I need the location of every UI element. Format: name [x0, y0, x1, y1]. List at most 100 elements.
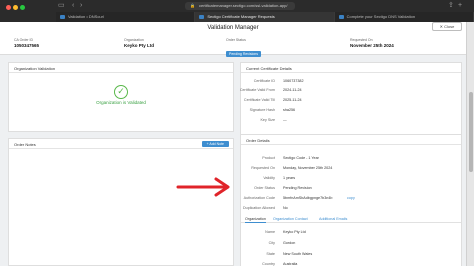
page: Validation Manager ✕ Close CA Order ID 1…: [0, 22, 474, 266]
tab-label: Validation • DNScurl: [68, 14, 104, 19]
order-row-key: Authorization Code: [243, 196, 275, 200]
annotation-arrow-icon: [176, 177, 230, 197]
organization-label: Organization: [124, 38, 144, 42]
cert-row-value: sha256: [283, 108, 296, 112]
cert-row: Certificate Valid Till 2025-11-24: [241, 98, 461, 104]
org-row: Name Keyko Pty Ltd: [241, 230, 461, 236]
share-icon[interactable]: ⇪: [448, 2, 454, 10]
page-title: Validation Manager: [207, 25, 259, 31]
order-status-label: Order Status: [226, 38, 246, 42]
requested-on-label: Requested On: [350, 38, 373, 42]
org-row-key: City: [268, 241, 275, 245]
cert-row-value: 2024-11-24: [283, 88, 302, 92]
cert-row-key: Key Size: [260, 118, 275, 122]
page-header: Validation Manager ✕ Close CA Order ID 1…: [0, 22, 466, 57]
cert-row: Certificate Valid From 2024-11-24: [239, 88, 461, 94]
cert-row-value: 2025-11-24: [283, 98, 302, 102]
window-minimize-icon[interactable]: [13, 5, 18, 10]
cert-row: Signature Hash sha256: [241, 108, 461, 114]
close-button[interactable]: ✕ Close: [432, 22, 462, 31]
tab-organization-contact[interactable]: Organization Contact: [273, 215, 308, 223]
browser-tab-active[interactable]: Sectigo Certificate Manager Requests: [195, 12, 335, 22]
tab-additional-emails[interactable]: Additional Emails: [319, 215, 347, 223]
order-row: Product Sectigo Code - 1 Year: [241, 156, 461, 162]
cert-row-value: —: [283, 118, 287, 122]
cert-row-key: Certificate Valid From: [239, 88, 275, 92]
tab-label: Complete your Sectigo DNS Validation: [346, 14, 416, 19]
order-notes-card: Order Notes + Add Note: [8, 138, 234, 266]
ca-order-id: CA Order ID 1050347565: [14, 38, 39, 48]
cert-row: Key Size —: [241, 118, 461, 124]
validation-status-text: Organization is Validated: [96, 100, 146, 105]
order-row-key: Duplication Allowed: [243, 206, 275, 210]
add-note-button[interactable]: + Add Note: [201, 141, 229, 147]
cert-row-key: Certificate ID: [253, 79, 275, 83]
favicon-icon: [338, 15, 344, 19]
sidebar-toggle-icon[interactable]: ▭: [58, 2, 65, 10]
authorization-code-value[interactable]: 5bmfnAmSbAdbgpnge7b3n4b: [283, 196, 332, 200]
org-row-key: Country: [262, 262, 275, 266]
check-wrap: ✓: [9, 81, 233, 99]
browser-tab[interactable]: Complete your Sectigo DNS Validation: [334, 12, 474, 22]
check-circle-icon: ✓: [114, 85, 128, 99]
org-row-value: New South Wales: [283, 252, 313, 256]
order-status: Order Status Pending Revisions: [226, 38, 261, 60]
order-row: Requested On Monday, November 25th 2024: [241, 166, 461, 172]
order-row-key: Order Status: [254, 186, 275, 190]
forward-icon[interactable]: ›: [80, 2, 82, 10]
org-row: State New South Wales: [241, 252, 461, 258]
window-zoom-icon[interactable]: [20, 5, 25, 10]
order-row-value: Pending Revision: [283, 186, 312, 190]
cert-row-key: Certificate Valid Till: [243, 98, 275, 102]
order-row-value: 1 years: [283, 176, 296, 180]
card-title: Current Certificate Details: [241, 63, 461, 73]
new-tab-icon[interactable]: +: [458, 2, 462, 10]
org-row: City Gordon: [241, 241, 461, 247]
order-details-card: Order Details Product Sectigo Code - 1 Ye…: [240, 134, 462, 266]
org-row-key: Name: [265, 230, 275, 234]
card-title: Order Notes: [9, 139, 233, 149]
tab-label: Sectigo Certificate Manager Requests: [207, 14, 275, 19]
close-button-label: Close: [444, 24, 455, 29]
order-details-tabs: Organization Organization Contact Additi…: [241, 215, 461, 223]
cert-row-key: Signature Hash: [249, 108, 275, 112]
order-row-key: Validity: [263, 176, 275, 180]
cert-row-value: 1060737382: [283, 79, 304, 83]
ca-order-id-label: CA Order ID: [14, 38, 34, 42]
browser-tab[interactable]: Validation • DNScurl: [56, 12, 196, 22]
validation-manager: Validation Manager ✕ Close CA Order ID 1…: [0, 22, 466, 266]
scrollbar-thumb[interactable]: [469, 92, 473, 172]
org-row-key: State: [266, 252, 275, 256]
order-row-key: Requested On: [251, 166, 275, 170]
status-badge: Pending Revisions: [226, 51, 261, 57]
order-row: Validity 1 years: [241, 176, 461, 182]
url-text: certificatemanager.sectigo.com/ssl-valid…: [199, 3, 288, 8]
org-row-value: Australia: [283, 262, 298, 266]
organization-value: Keyko Pty Ltd: [124, 43, 155, 48]
org-validation-card: Organization Validation ✓ Organization i…: [8, 62, 234, 132]
browser-chrome: ▭ ‹ › 🔒 certificatemanager.sectigo.com/s…: [0, 0, 474, 22]
card-title: Order Details: [241, 135, 461, 145]
back-icon[interactable]: ‹: [72, 2, 74, 10]
order-row-key: Product: [262, 156, 275, 160]
order-row-value: No: [283, 206, 288, 210]
order-row: Order Status Pending Revision: [241, 186, 461, 192]
ca-order-id-value: 1050347565: [14, 43, 40, 48]
window-close-icon[interactable]: [6, 5, 11, 10]
authorization-code-row: Authorization Code 5bmfnAmSbAdbgpnge7b3n4…: [241, 196, 461, 202]
org-row-value: Gordon: [283, 241, 296, 245]
organization: Organization Keyko Pty Ltd: [124, 38, 154, 48]
org-row-value: Keyko Pty Ltd: [283, 230, 306, 234]
tab-organization[interactable]: Organization: [245, 215, 266, 223]
tab-bar: Validation • DNScurl Sectigo Certificate…: [56, 12, 474, 22]
scrollbar[interactable]: [466, 22, 474, 266]
org-row: Country Australia: [241, 262, 461, 266]
order-row-value: Monday, November 25th 2024: [283, 166, 333, 170]
favicon-icon: [199, 15, 205, 19]
cert-row: Certificate ID 1060737382: [241, 79, 461, 85]
favicon-icon: [60, 15, 65, 19]
copy-link[interactable]: copy: [347, 196, 355, 200]
card-title: Organization Validation: [9, 63, 233, 73]
requested-on-value: November 25th 2024: [350, 43, 394, 48]
address-bar[interactable]: 🔒 certificatemanager.sectigo.com/ssl-val…: [185, 2, 295, 10]
